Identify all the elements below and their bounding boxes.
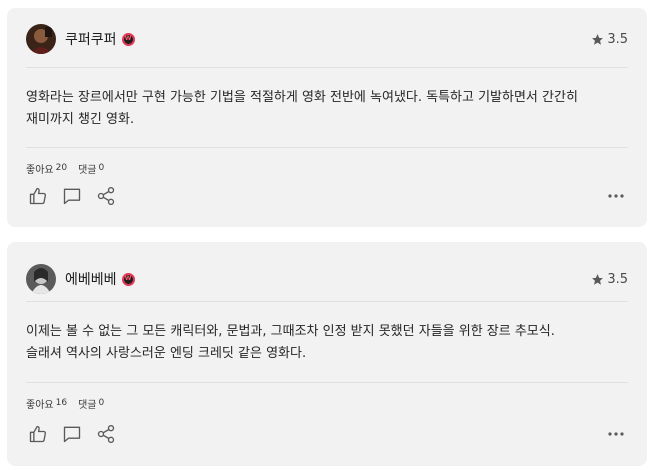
thumbs-up-icon [29, 187, 47, 205]
comment-text-line: 영화라는 장르에서만 구현 가능한 기법을 적절하게 영화 전반에 녹여냈다. … [26, 90, 578, 105]
likes-count: 16 [55, 398, 68, 408]
comment-icon [63, 426, 81, 443]
comment-card: 에베베베 W 3.5 이제는 볼 수 없는 그 모든 캐릭터와, 문법과, 그때… [7, 242, 647, 466]
comment-icon [63, 188, 81, 205]
likes-count: 20 [55, 163, 68, 173]
author-name[interactable]: 쿠퍼쿠퍼 [65, 29, 117, 49]
comment-text-line: 슬래셔 역사의 사랑스러운 엔딩 크레딧 같은 영화다. [26, 346, 307, 361]
replies-label: 댓글 [78, 165, 97, 176]
share-button[interactable] [94, 184, 118, 208]
avatar[interactable] [26, 264, 56, 294]
replies-label: 댓글 [78, 400, 97, 411]
comment-text-line: 이제는 볼 수 없는 그 모든 캐릭터와, 문법과, 그때조차 인정 받지 못했… [26, 324, 555, 339]
divider [26, 382, 628, 383]
comment-button[interactable] [60, 422, 84, 446]
star-icon [592, 33, 604, 45]
like-button[interactable] [26, 184, 50, 208]
divider [26, 147, 628, 148]
comment-header: 에베베베 W 3.5 [26, 264, 628, 294]
star-icon [592, 273, 604, 285]
divider [26, 67, 628, 68]
comment-text-line: 재미까지 챙긴 영화. [26, 112, 135, 127]
more-options-icon [608, 432, 624, 436]
rating: 3.5 [591, 32, 628, 47]
like-button[interactable] [26, 422, 50, 446]
comment-button[interactable] [60, 184, 84, 208]
more-options-button[interactable] [604, 422, 628, 446]
comment-stats: 좋아요 16 댓글 0 [26, 396, 104, 411]
replies-count: 0 [98, 163, 105, 173]
comment-stats: 좋아요 20 댓글 0 [26, 161, 104, 176]
comment-actions [26, 184, 628, 208]
comment-actions [26, 422, 628, 446]
rating-value: 3.5 [607, 31, 628, 47]
share-icon [97, 187, 115, 205]
likes-label: 좋아요 [26, 400, 54, 411]
replies-count: 0 [98, 398, 105, 408]
comment-text: 이제는 볼 수 없는 그 모든 캐릭터와, 문법과, 그때조차 인정 받지 못했… [26, 321, 628, 365]
rating: 3.5 [591, 272, 628, 287]
share-icon [97, 425, 115, 443]
author-name[interactable]: 에베베베 [65, 269, 117, 289]
verified-badge-icon: W [121, 32, 135, 46]
more-options-icon [608, 194, 624, 198]
more-options-button[interactable] [604, 184, 628, 208]
share-button[interactable] [94, 422, 118, 446]
rating-value: 3.5 [607, 271, 628, 287]
verified-badge-icon: W [121, 272, 135, 286]
avatar[interactable] [26, 24, 56, 54]
likes-label: 좋아요 [26, 165, 54, 176]
thumbs-up-icon [29, 425, 47, 443]
comment-text: 영화라는 장르에서만 구현 가능한 기법을 적절하게 영화 전반에 녹여냈다. … [26, 87, 628, 131]
divider [26, 301, 628, 302]
comment-card: 쿠퍼쿠퍼 W 3.5 영화라는 장르에서만 구현 가능한 기법을 적절하게 영화… [7, 8, 647, 227]
comment-header: 쿠퍼쿠퍼 W 3.5 [26, 24, 628, 54]
